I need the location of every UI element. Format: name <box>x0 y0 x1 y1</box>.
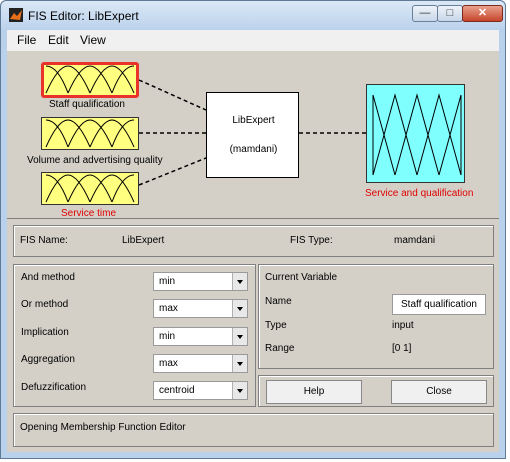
membership-functions-icon <box>45 174 135 203</box>
current-variable-title: Current Variable <box>265 272 338 283</box>
output-membership-functions-icon <box>372 93 462 176</box>
fis-type-label: FIS Type: <box>290 235 333 246</box>
or-method-value: max <box>159 303 178 314</box>
defuzzification-select[interactable]: centroid <box>153 381 248 400</box>
output-service-and-qualification[interactable] <box>366 84 465 183</box>
and-method-label: And method <box>21 272 75 283</box>
chevron-down-icon[interactable] <box>232 273 247 290</box>
input-label: Service time <box>61 208 117 219</box>
fis-name-label: FIS Name: <box>20 235 68 246</box>
variable-name-field[interactable]: Staff qualification <box>392 294 486 315</box>
current-variable-panel: Current Variable Name Type input Range [… <box>258 264 494 369</box>
input-volume-advertising-quality[interactable] <box>41 117 139 150</box>
close-button[interactable]: Close <box>391 380 487 404</box>
membership-functions-icon <box>45 65 135 94</box>
status-text: Opening Membership Function Editor <box>20 422 186 433</box>
help-button[interactable]: Help <box>266 380 362 404</box>
type-label: Type <box>265 320 287 331</box>
implication-label: Implication <box>21 327 69 338</box>
system-type: (mamdani) <box>229 144 278 155</box>
methods-panel: And method min Or method max Implication… <box>13 264 256 407</box>
defuzzification-value: centroid <box>159 385 195 396</box>
chevron-down-icon[interactable] <box>232 355 247 372</box>
aggregation-select[interactable]: max <box>153 354 248 373</box>
and-method-value: min <box>159 276 176 287</box>
buttons-panel: Help Close <box>258 375 494 407</box>
aggregation-label: Aggregation <box>21 354 75 365</box>
or-method-select[interactable]: max <box>153 299 248 318</box>
fis-info-panel: FIS Name: LibExpert FIS Type: mamdani <box>13 225 494 257</box>
input-staff-qualification[interactable] <box>41 62 139 98</box>
chevron-down-icon[interactable] <box>232 300 247 317</box>
system-name: LibExpert <box>232 115 275 126</box>
input-label: Volume and advertising quality <box>27 155 163 166</box>
name-label: Name <box>265 296 292 307</box>
defuzzification-label: Defuzzification <box>21 382 87 393</box>
fis-type-value: mamdani <box>394 235 436 246</box>
status-panel: Opening Membership Function Editor <box>13 413 494 447</box>
range-label: Range <box>265 343 295 354</box>
implication-select[interactable]: min <box>153 327 248 346</box>
system-box[interactable]: LibExpert (mamdani) <box>206 92 299 178</box>
chevron-down-icon[interactable] <box>232 328 247 345</box>
or-method-label: Or method <box>21 299 69 310</box>
range-value: [0 1] <box>392 343 412 354</box>
and-method-select[interactable]: min <box>153 272 248 291</box>
implication-value: min <box>159 331 176 342</box>
fis-name-value: LibExpert <box>122 235 165 246</box>
input-service-time[interactable] <box>41 172 139 205</box>
output-label: Service and qualification <box>365 188 474 199</box>
type-value: input <box>392 320 414 331</box>
membership-functions-icon <box>45 119 135 148</box>
chevron-down-icon[interactable] <box>232 382 247 399</box>
input-label: Staff qualification <box>49 99 125 110</box>
aggregation-value: max <box>159 358 178 369</box>
